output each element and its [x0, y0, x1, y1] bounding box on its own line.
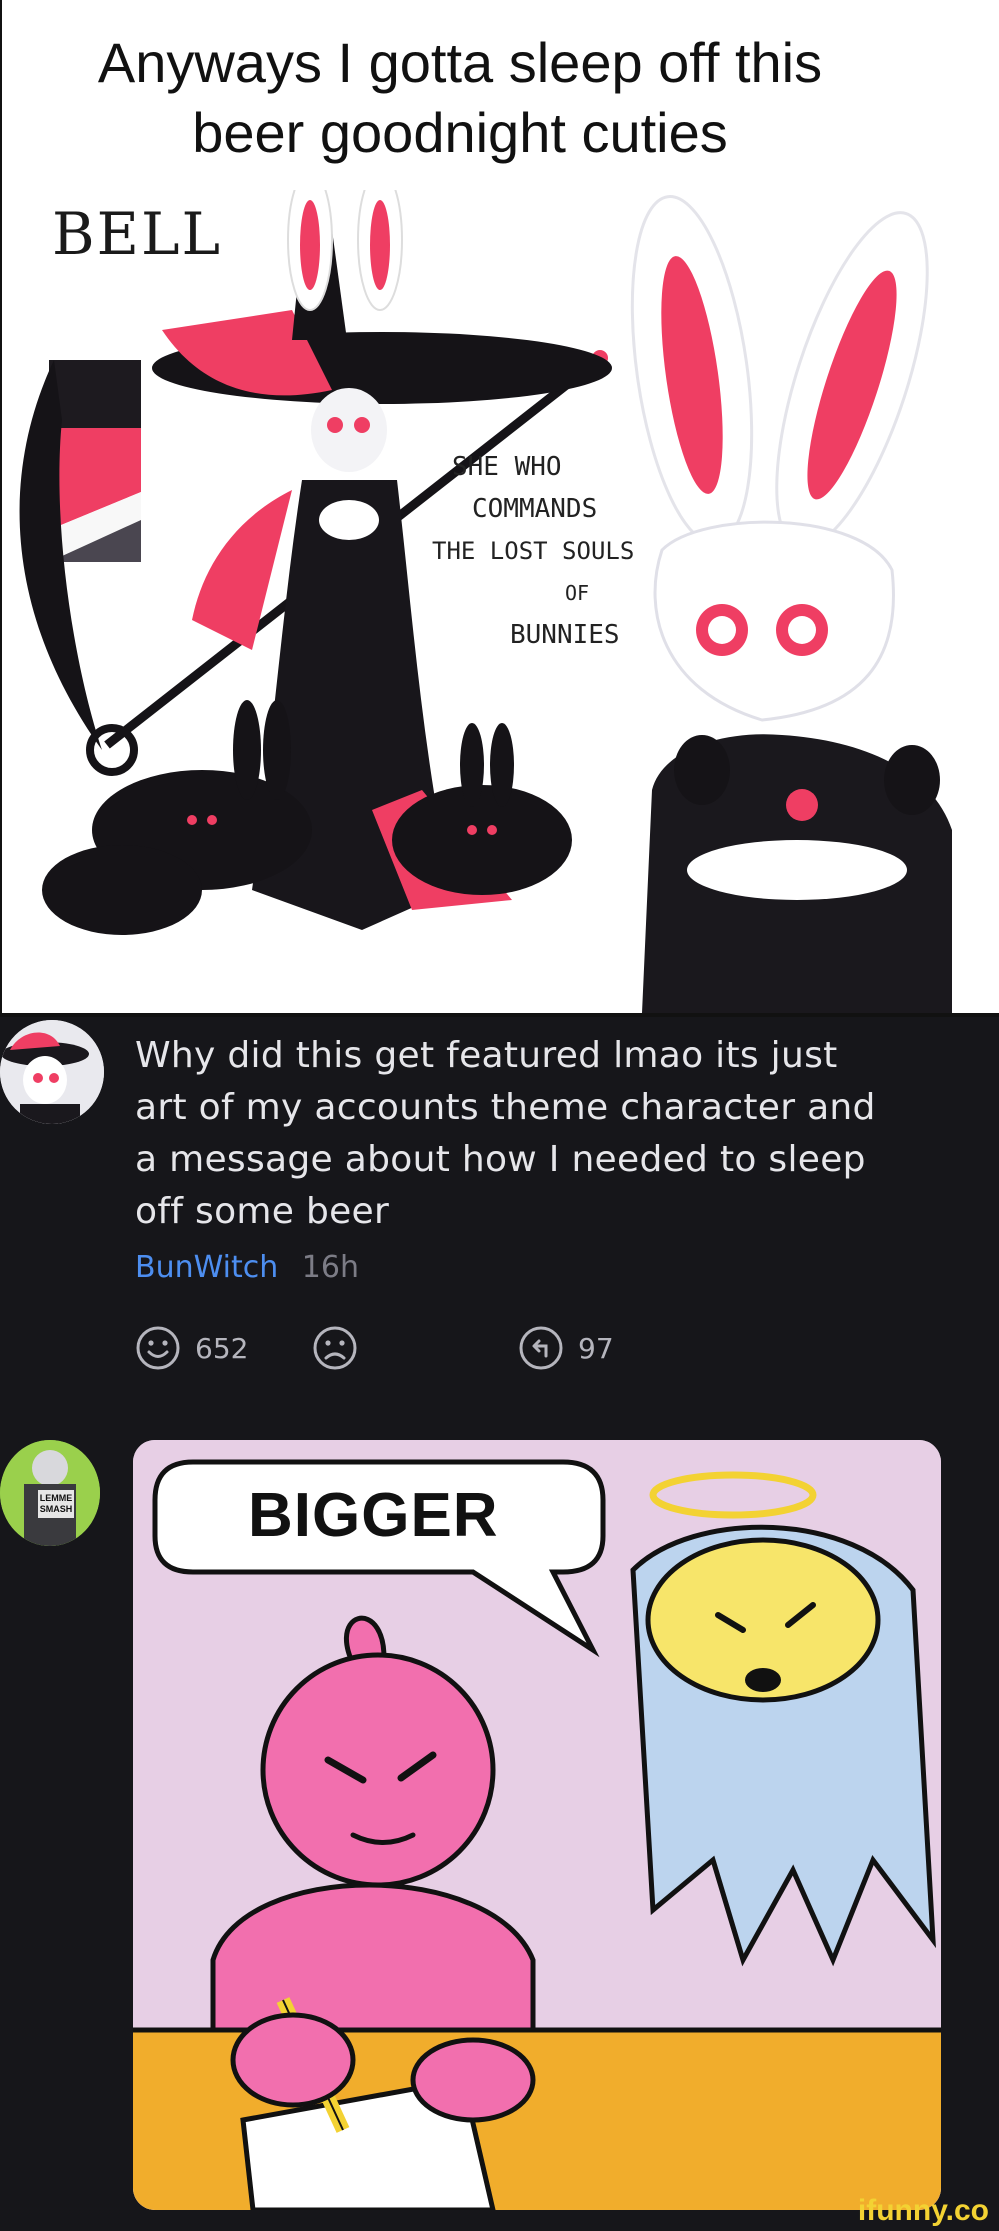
caption-line-2: beer goodnight cuties — [192, 101, 728, 164]
smile-icon — [136, 1326, 180, 1370]
comment-line: a message about how I needed to sleep — [135, 1139, 866, 1180]
comment-line: Why did this get featured lmao its just — [135, 1035, 838, 1076]
tagline-line: OF — [564, 581, 590, 605]
comment-meta: BunWitch 16h — [135, 1250, 359, 1285]
caption-line-1: Anyways I gotta sleep off this — [97, 31, 823, 94]
meme-caption: Anyways I gotta sleep off this beer good… — [0, 28, 920, 168]
comment-body: Why did this get featured lmao its just … — [135, 1030, 955, 1238]
tagline-line: BUNNIES — [510, 620, 620, 650]
comment-line: art of my accounts theme character and — [135, 1087, 876, 1128]
tagline-line: SHE WHO — [452, 452, 562, 482]
comment-username[interactable]: BunWitch — [135, 1250, 278, 1285]
repost-button[interactable]: 97 — [518, 1325, 614, 1371]
avatar-lemme-smash-icon: LEMME SMASH — [0, 1440, 100, 1546]
tagline-line: COMMANDS — [472, 494, 598, 524]
frown-icon — [313, 1326, 357, 1370]
top-meme: Anyways I gotta sleep off this beer good… — [0, 0, 999, 1013]
art-title: BELL — [52, 200, 222, 268]
smile-button[interactable]: 652 — [135, 1325, 248, 1371]
repost-count: 97 — [578, 1331, 614, 1365]
bigger-meme-artwork — [133, 1440, 941, 2210]
avatar-bunny-icon — [0, 1020, 104, 1124]
comment-timestamp: 16h — [301, 1250, 359, 1285]
ifunny-watermark: ifunny.co — [857, 2194, 989, 2227]
commenter-avatar[interactable] — [0, 1020, 104, 1124]
reply-meme-image[interactable] — [133, 1440, 941, 2210]
art-tagline: SHE WHO COMMANDS THE LOST SOULS OF BUNNI… — [432, 446, 692, 656]
comment-line: off some beer — [135, 1191, 390, 1232]
frown-button[interactable] — [312, 1325, 358, 1371]
avatar-shirt-text-2: SMASH — [40, 1504, 73, 1514]
avatar-shirt-text: LEMME — [40, 1493, 73, 1503]
art-title-text: BELL — [52, 200, 222, 268]
comment-actions: 652 97 — [135, 1325, 635, 1375]
smile-count: 652 — [195, 1331, 249, 1365]
repost-icon — [519, 1326, 563, 1370]
meme-bubble-text: BIGGER — [248, 1481, 499, 1550]
replier-avatar[interactable]: LEMME SMASH — [0, 1440, 100, 1546]
tagline-line: THE LOST SOULS — [432, 537, 635, 565]
